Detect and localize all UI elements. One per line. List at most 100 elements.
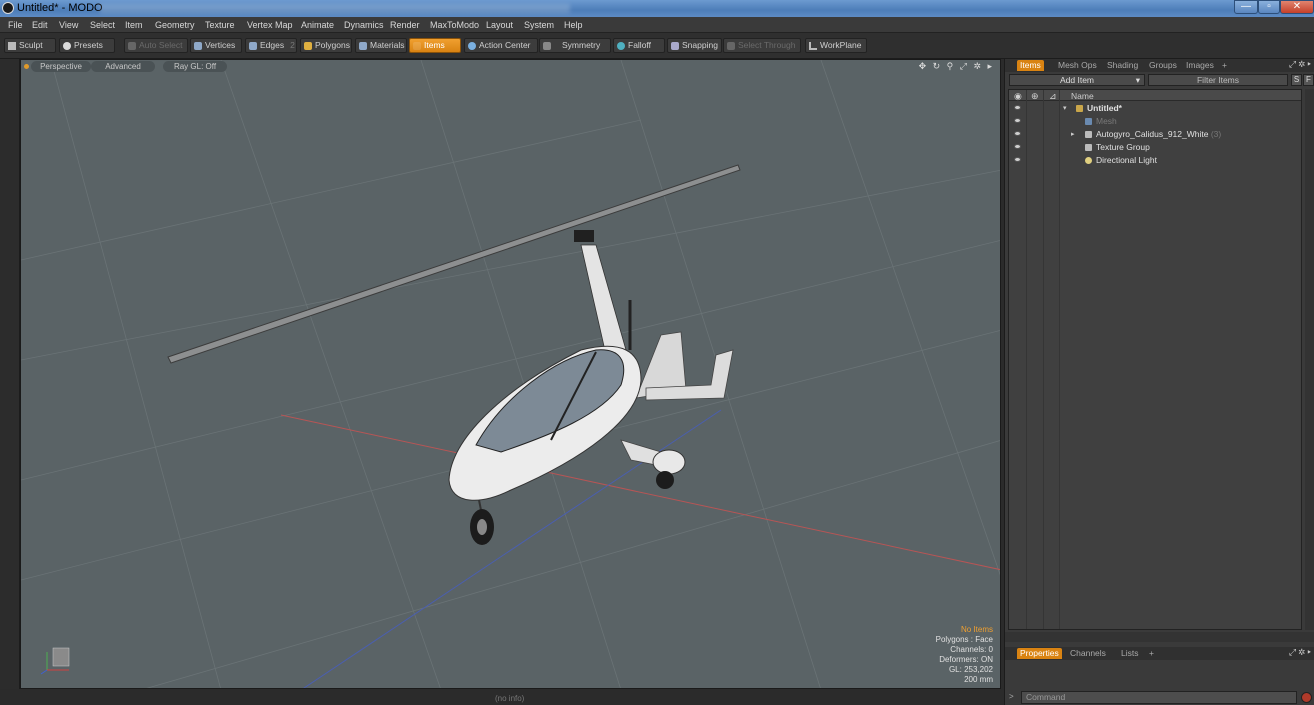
tab-groups[interactable]: Groups [1146,60,1180,71]
expand-arrow-icon[interactable]: ▾ [1063,102,1067,115]
filter-items-input[interactable]: Filter Items [1148,74,1288,86]
sculpt-button[interactable]: Sculpt [4,38,56,53]
menu-maxtomodo[interactable]: MaxToModo [430,20,479,30]
auto-select-button[interactable]: Auto Select [124,38,188,53]
tab-lists[interactable]: Lists [1118,648,1141,659]
viewport-menu-dot-icon[interactable] [24,64,29,69]
menu-render[interactable]: Render [390,20,420,30]
visibility-column-icon[interactable]: ◉ [1014,91,1022,102]
tree-row-autogyro[interactable]: ▸ Autogyro_Calidus_912_White (3) [1009,128,1301,141]
tree-row-texture-group[interactable]: Texture Group [1009,141,1301,154]
materials-icon [359,42,367,50]
menu-texture[interactable]: Texture [205,20,235,30]
tab-channels[interactable]: Channels [1067,648,1109,659]
no-items-status: No Items [960,625,993,634]
menu-file[interactable]: File [8,20,23,30]
chevron-down-icon: ▾ [1135,75,1140,85]
maximize-button[interactable]: ▫ [1258,0,1280,14]
snapping-button[interactable]: Snapping [667,38,722,53]
edges-button[interactable]: Edges 2 [245,38,297,53]
tab-shading[interactable]: Shading [1104,60,1141,71]
eye-icon[interactable] [1014,105,1021,110]
materials-button[interactable]: Materials [355,38,407,53]
expand-arrow-icon[interactable]: ▸ [1071,128,1075,141]
3d-viewport[interactable]: Perspective Advanced Ray GL: Off ✥ ↻ ⚲ ⤢… [20,59,1001,689]
command-prompt: > [1009,692,1014,701]
workplane-icon [809,42,817,50]
tree-header: ◉ ⊕ ⊿ Name [1009,90,1301,101]
eye-icon[interactable] [1014,157,1021,162]
select-through-button[interactable]: Select Through [723,38,801,53]
eye-icon[interactable] [1014,118,1021,123]
falloff-button[interactable]: Falloff [613,38,665,53]
minimize-button[interactable]: — [1234,0,1258,14]
raygl-tab[interactable]: Ray GL: Off [163,61,227,72]
texture-group-icon [1085,144,1092,151]
menu-system[interactable]: System [524,20,554,30]
s-button[interactable]: S [1291,74,1302,86]
wheel-fairing-right [652,449,686,475]
polygons-info: Polygons : Face [935,635,993,644]
tab-add[interactable]: + [1146,648,1157,659]
tab-properties[interactable]: Properties [1017,648,1062,659]
tree-row-untitled[interactable]: ▾ Untitled* [1009,102,1301,115]
column-name: Name [1071,91,1094,101]
menu-layout[interactable]: Layout [486,20,513,30]
window-title: Untitled* - MODO [17,2,103,14]
perspective-tab[interactable]: Perspective [31,61,91,72]
tab-add[interactable]: + [1219,60,1230,71]
scene-icon [1076,105,1083,112]
menu-edit[interactable]: Edit [32,20,48,30]
add-item-dropdown[interactable]: Add Item ▾ [1009,74,1145,86]
deformers-info: Deformers: ON [939,655,993,664]
tab-mesh-ops[interactable]: Mesh Ops [1055,60,1100,71]
column-divider [1026,90,1027,629]
wheel-right [656,471,674,489]
eye-icon[interactable] [1014,131,1021,136]
menu-select[interactable]: Select [90,20,115,30]
items-panel: Items Mesh Ops Shading Groups Images + ⤢… [1004,59,1314,705]
menu-bar: File Edit View Select Item Geometry Text… [0,17,1314,33]
tree-scrollbar[interactable] [1305,89,1314,630]
mast [580,244,627,356]
symmetry-button[interactable]: Symmetry [539,38,611,53]
viewport-scene [21,60,1000,688]
menu-help[interactable]: Help [564,20,583,30]
tab-images[interactable]: Images [1183,60,1217,71]
menu-view[interactable]: View [59,20,78,30]
menu-vertex-map[interactable]: Vertex Map [247,20,293,30]
viewport-info: No Items Polygons : Face Channels: 0 Def… [936,625,993,685]
action-center-button[interactable]: Action Center [464,38,538,53]
advanced-tab[interactable]: Advanced [91,61,155,72]
polygons-button[interactable]: Polygons [300,38,352,53]
menu-dynamics[interactable]: Dynamics [344,20,384,30]
workplane-button[interactable]: WorkPlane [805,38,867,53]
menu-item[interactable]: Item [125,20,143,30]
type-column-icon[interactable]: ⊿ [1049,91,1057,102]
menu-animate[interactable]: Animate [301,20,334,30]
tree-row-mesh[interactable]: Mesh [1009,115,1301,128]
f-button[interactable]: F [1303,74,1314,86]
autogyro-model[interactable] [167,164,741,545]
left-tool-strip[interactable] [0,59,20,689]
lock-column-icon[interactable]: ⊕ [1031,91,1039,102]
vertices-button[interactable]: Vertices [190,38,242,53]
panel-options-icon[interactable]: ⤢ ✲ ▸ [1289,59,1311,70]
viewport-nav-icons[interactable]: ✥ ↻ ⚲ ⤢ ✲ ▸ [919,61,994,72]
menu-geometry[interactable]: Geometry [155,20,195,30]
tree-row-directional-light[interactable]: Directional Light [1009,154,1301,167]
panel-splitter[interactable] [1005,632,1314,642]
tab-items[interactable]: Items [1017,60,1044,71]
eye-icon[interactable] [1014,144,1021,149]
items-panel-tabs: Items Mesh Ops Shading Groups Images + ⤢… [1005,59,1314,72]
close-button[interactable]: ✕ [1280,0,1314,14]
gl-info: GL: 253,202 [948,665,993,674]
presets-button[interactable]: Presets [59,38,115,53]
command-input[interactable]: Command [1021,691,1297,704]
falloff-icon [617,42,625,50]
panel-options-icon[interactable]: ⤢ ✲ ▸ [1289,647,1311,658]
ground-grid [21,60,1000,688]
items-button[interactable]: Items [409,38,461,53]
presets-icon [63,42,71,50]
record-icon[interactable] [1301,692,1312,703]
